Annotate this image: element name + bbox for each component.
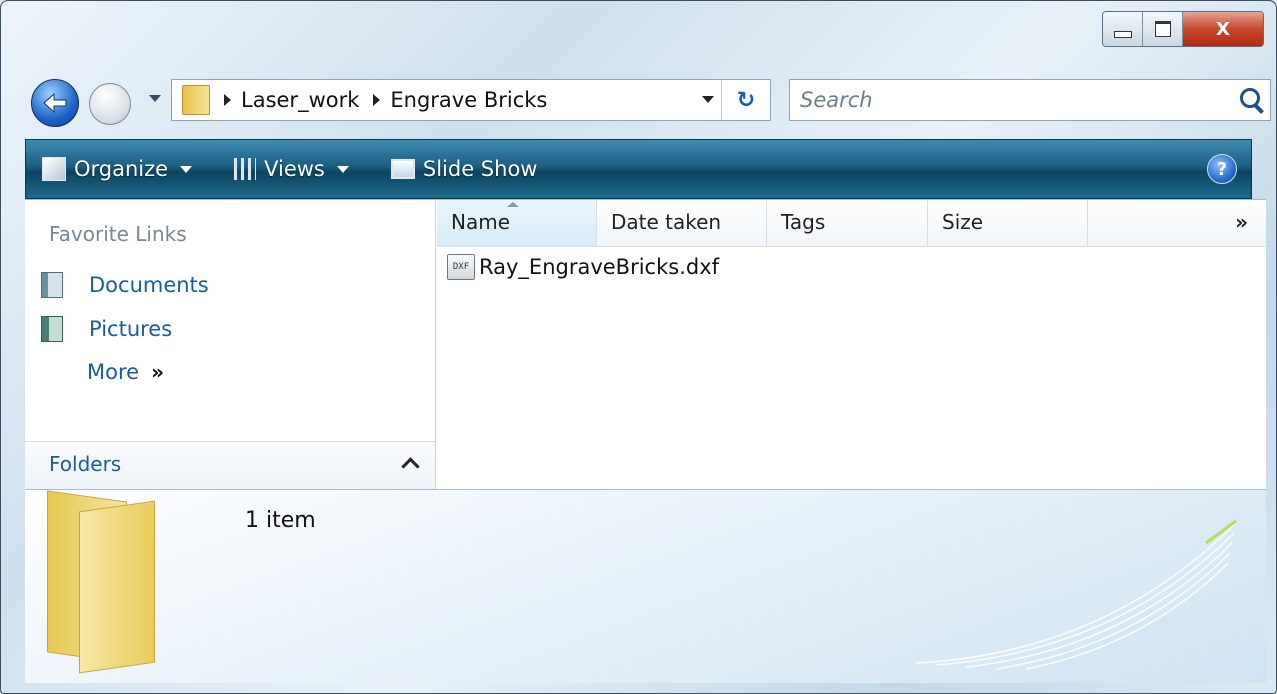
organize-label: Organize <box>74 157 169 181</box>
folder-icon <box>182 85 210 115</box>
sidebar-item-label: More <box>87 360 140 384</box>
chevron-up-icon <box>401 457 420 476</box>
minimize-icon <box>1113 30 1132 38</box>
folders-toggle[interactable]: Folders <box>25 441 435 490</box>
double-chevron-icon: » <box>151 360 164 384</box>
close-button[interactable]: X <box>1183 12 1263 46</box>
help-icon[interactable]: ? <box>1207 154 1237 184</box>
file-list-pane: Name Date taken Tags Size » DXF Ray_Engr… <box>437 200 1266 490</box>
maximize-button[interactable] <box>1143 12 1183 46</box>
column-header-date-taken[interactable]: Date taken <box>597 200 767 246</box>
organize-icon <box>42 157 66 181</box>
file-item[interactable]: DXF Ray_EngraveBricks.dxf <box>447 254 719 280</box>
refresh-icon: ↻ <box>736 87 756 113</box>
slide-show-icon <box>390 159 415 179</box>
sidebar-item-more[interactable]: More » <box>87 360 164 384</box>
search-input[interactable] <box>790 80 1202 120</box>
search-icon[interactable] <box>1240 88 1260 108</box>
caption-buttons: X <box>1102 11 1264 47</box>
content-area: Favorite Links Documents Pictures More »… <box>25 199 1266 490</box>
navigation-bar: Laser_work Engrave Bricks ↻ <box>31 75 1271 127</box>
address-bar[interactable]: Laser_work Engrave Bricks ↻ <box>171 79 771 121</box>
views-button[interactable]: Views <box>218 157 349 181</box>
sidebar-item-pictures[interactable]: Pictures <box>41 316 172 342</box>
arrow-left-icon <box>43 92 67 114</box>
breadcrumb-laser-work[interactable]: Laser_work <box>241 88 359 112</box>
minimize-button[interactable] <box>1103 12 1143 46</box>
column-label: Size <box>942 210 984 234</box>
dxf-file-icon: DXF <box>447 254 475 280</box>
views-label: Views <box>264 157 325 181</box>
command-toolbar: Organize Views Slide Show ? <box>25 139 1252 199</box>
breadcrumb-separator-icon[interactable] <box>224 94 231 106</box>
slide-show-button[interactable]: Slide Show <box>375 157 538 181</box>
column-header-tags[interactable]: Tags <box>767 200 928 246</box>
column-label: Name <box>451 210 511 234</box>
sort-ascending-icon <box>507 202 519 207</box>
item-count: 1 item <box>245 508 316 533</box>
explorer-window: X Laser_work Engrave Bricks ↻ Search Org… <box>0 0 1277 694</box>
sidebar-item-documents[interactable]: Documents <box>41 272 209 298</box>
navigation-pane: Favorite Links Documents Pictures More »… <box>25 200 436 490</box>
folder-thumbnail-icon <box>47 490 157 674</box>
forward-button[interactable] <box>89 83 131 125</box>
recent-pages-dropdown[interactable] <box>149 95 161 102</box>
search-box[interactable] <box>789 79 1271 121</box>
decorative-swoosh-icon <box>915 519 1237 670</box>
column-label: Tags <box>781 210 826 234</box>
refresh-button[interactable]: ↻ <box>721 80 770 120</box>
views-icon <box>234 158 257 180</box>
column-label: Date taken <box>611 210 722 234</box>
favorite-links-heading: Favorite Links <box>49 222 187 246</box>
maximize-icon <box>1154 21 1171 37</box>
column-header-size[interactable]: Size <box>928 200 1088 246</box>
close-icon: X <box>1216 18 1230 40</box>
sidebar-item-label: Pictures <box>89 317 173 341</box>
details-pane: 1 item <box>25 489 1266 683</box>
folders-label: Folders <box>49 452 122 476</box>
breadcrumb-separator-icon[interactable] <box>373 94 381 106</box>
column-headers: Name Date taken Tags Size » <box>437 200 1266 247</box>
back-button[interactable] <box>31 79 79 127</box>
file-name: Ray_EngraveBricks.dxf <box>479 255 720 279</box>
breadcrumb-engrave-bricks[interactable]: Engrave Bricks <box>390 88 547 112</box>
chevron-down-icon <box>336 165 349 173</box>
column-header-name[interactable]: Name <box>437 200 597 246</box>
slide-show-label: Slide Show <box>422 157 538 181</box>
address-dropdown-icon[interactable] <box>702 96 714 103</box>
documents-icon <box>41 272 63 298</box>
pictures-icon <box>41 316 63 342</box>
chevron-down-icon <box>180 165 193 173</box>
sidebar-item-label: Documents <box>89 273 209 297</box>
more-columns-button[interactable]: » <box>1235 210 1248 234</box>
organize-button[interactable]: Organize <box>26 157 193 181</box>
